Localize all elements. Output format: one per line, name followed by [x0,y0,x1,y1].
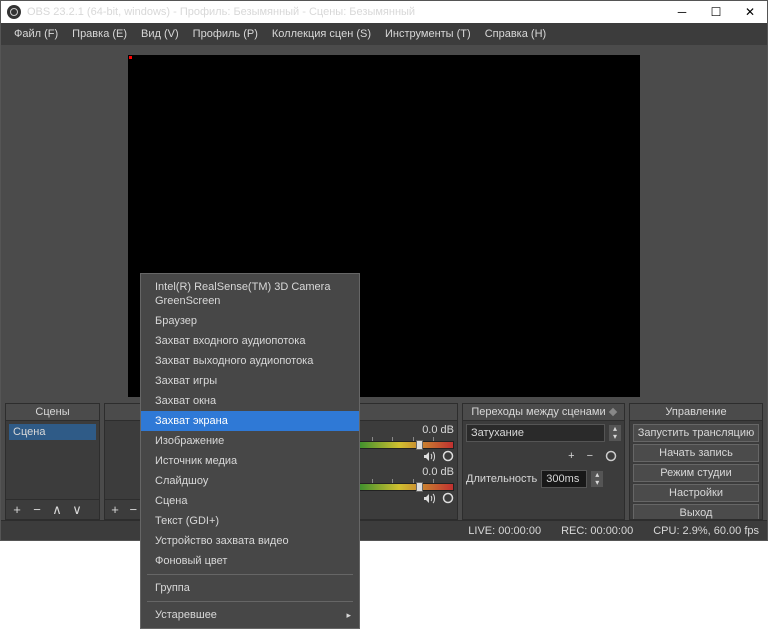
cm-separator [147,574,353,575]
remove-transition-button[interactable]: − [583,448,597,464]
gear-icon[interactable] [442,450,454,462]
window-title: OBS 23.2.1 (64-bit, windows) - Профиль: … [27,6,415,18]
speaker-icon[interactable] [423,493,436,504]
cm-item-scene[interactable]: Сцена [141,491,359,511]
cm-item-image[interactable]: Изображение [141,431,359,451]
remove-scene-button[interactable]: − [30,503,44,517]
maximize-button[interactable]: ☐ [699,1,733,23]
exit-button[interactable]: Выход [633,504,759,519]
app-icon [7,5,21,19]
menubar: Файл (F) Правка (E) Вид (V) Профиль (P) … [1,23,767,45]
cm-item-audio-output[interactable]: Захват выходного аудиопотока [141,351,359,371]
add-scene-button[interactable]: + [10,503,24,517]
status-live: LIVE: 00:00:00 [468,525,541,537]
add-transition-button[interactable]: + [564,448,578,464]
cm-item-game-capture[interactable]: Захват игры [141,371,359,391]
add-source-button[interactable]: + [109,503,121,517]
gear-icon[interactable] [442,492,454,504]
cm-item-group[interactable]: Группа [141,578,359,598]
studio-mode-button[interactable]: Режим студии [633,464,759,482]
cm-item-window-capture[interactable]: Захват окна [141,391,359,411]
menu-profile[interactable]: Профиль (P) [186,23,265,45]
controls-panel: Управление Запустить трансляцию Начать з… [629,403,763,520]
cm-item-browser[interactable]: Браузер [141,311,359,331]
transition-select[interactable]: Затухание [466,424,605,442]
minimize-button[interactable]: ─ [665,1,699,23]
duration-label: Длительность [466,473,537,485]
menu-scene-collection[interactable]: Коллекция сцен (S) [265,23,378,45]
scene-down-button[interactable]: ∨ [70,503,84,517]
remove-source-button[interactable]: − [127,503,139,517]
preview-area [1,45,767,403]
mixer-db: 0.0 dB [422,466,454,478]
settings-button[interactable]: Настройки [633,484,759,502]
close-button[interactable]: ✕ [733,1,767,23]
scenes-panel: Сцены Сцена + − ∧ ∨ [5,403,100,520]
start-recording-button[interactable]: Начать запись [633,444,759,462]
speaker-icon[interactable] [423,451,436,462]
titlebar: OBS 23.2.1 (64-bit, windows) - Профиль: … [1,1,767,23]
scenes-header: Сцены [6,404,99,421]
transitions-header: Переходы между сценами [471,404,605,421]
add-source-context-menu: Intel(R) RealSense(TM) 3D Camera GreenSc… [140,273,360,629]
controls-header: Управление [630,404,762,421]
menu-edit[interactable]: Правка (E) [65,23,134,45]
scene-up-button[interactable]: ∧ [50,503,64,517]
cm-item-deprecated[interactable]: Устаревшее [141,605,359,625]
mixer-db: 0.0 dB [422,424,454,436]
cm-separator [147,601,353,602]
cm-item-media-source[interactable]: Источник медиа [141,451,359,471]
cm-item-display-capture[interactable]: Захват экрана [141,411,359,431]
transitions-panel: Переходы между сценами Затухание ▴▾ + − … [462,403,625,520]
status-cpu: CPU: 2.9%, 60.00 fps [653,525,759,537]
menu-file[interactable]: Файл (F) [7,23,65,45]
cm-item-realsense[interactable]: Intel(R) RealSense(TM) 3D Camera GreenSc… [141,277,359,311]
start-streaming-button[interactable]: Запустить трансляцию [633,424,759,442]
cm-item-audio-input[interactable]: Захват входного аудиопотока [141,331,359,351]
cm-item-video-capture[interactable]: Устройство захвата видео [141,531,359,551]
stepper-down-icon[interactable]: ▾ [609,433,621,441]
cm-item-slideshow[interactable]: Слайдшоу [141,471,359,491]
cm-item-text-gdi[interactable]: Текст (GDI+) [141,511,359,531]
transition-settings-button[interactable] [601,448,621,464]
duration-input[interactable]: 300ms [541,470,587,488]
cm-item-color-source[interactable]: Фоновый цвет [141,551,359,571]
scene-item[interactable]: Сцена [9,424,96,440]
panel-menu-icon[interactable] [608,408,616,416]
menu-tools[interactable]: Инструменты (T) [378,23,478,45]
menu-view[interactable]: Вид (V) [134,23,186,45]
stepper-down-icon[interactable]: ▾ [591,479,603,487]
menu-help[interactable]: Справка (H) [478,23,553,45]
selection-handle[interactable] [129,56,132,59]
statusbar: LIVE: 00:00:00 REC: 00:00:00 CPU: 2.9%, … [1,520,767,540]
status-rec: REC: 00:00:00 [561,525,633,537]
